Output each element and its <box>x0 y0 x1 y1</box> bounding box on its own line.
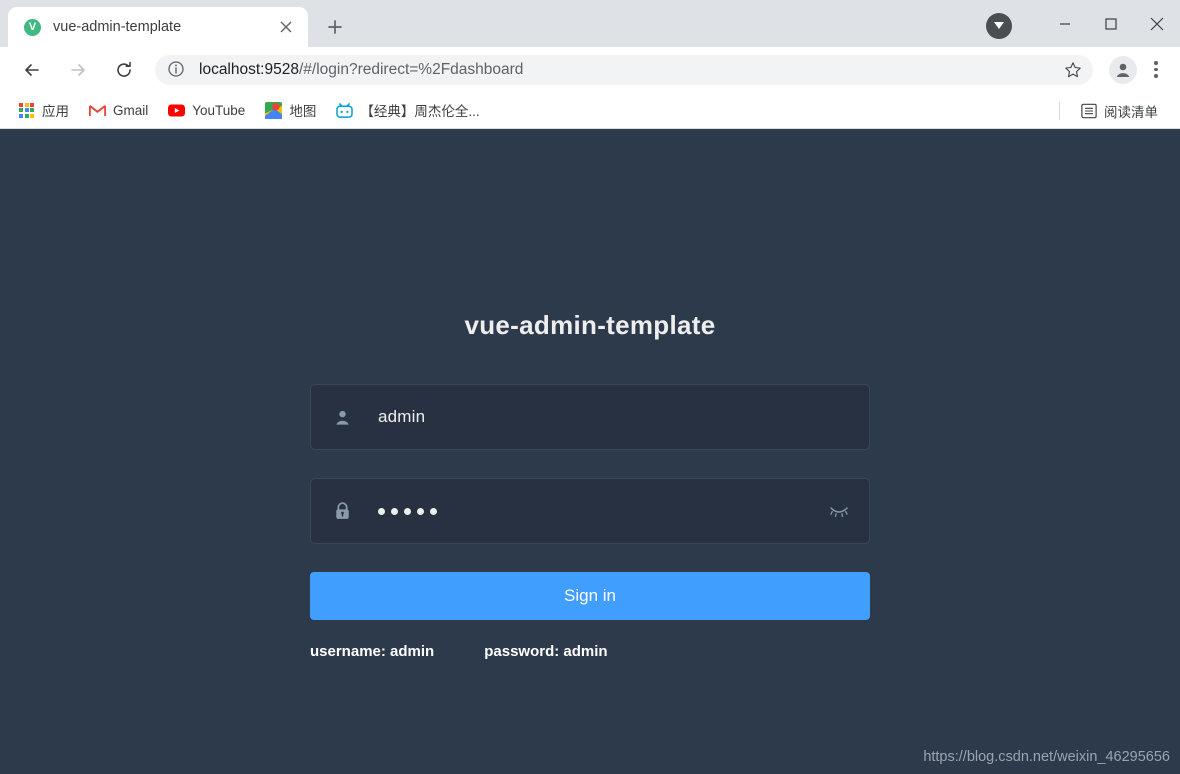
reading-list-area: 阅读清单 <box>1059 92 1170 129</box>
bookmarks-bar: 应用 Gmail YouTube 地图 【经典】周杰伦全... 阅读清单 <box>0 92 1180 129</box>
username-input-value[interactable]: admin <box>378 407 854 427</box>
bookmark-item-youtube[interactable]: YouTube <box>160 97 253 123</box>
bookmark-label: 应用 <box>42 104 69 119</box>
star-icon <box>1065 61 1081 77</box>
favicon-letter: V <box>28 20 37 33</box>
browser-menu-button[interactable] <box>1141 55 1171 85</box>
password-field[interactable] <box>310 478 870 544</box>
login-form: vue-admin-template admin Sign in usernam… <box>310 129 870 660</box>
three-dot-menu-icon <box>1154 61 1158 65</box>
forward-button[interactable] <box>61 53 95 87</box>
watermark: https://blog.csdn.net/weixin_46295656 <box>923 749 1170 765</box>
tab-search-button[interactable] <box>986 12 1012 39</box>
address-bar[interactable]: localhost:9528/#/login?redirect=%2Fdashb… <box>155 54 1093 85</box>
hint-password: password: admin <box>484 643 608 660</box>
password-dot <box>404 507 411 515</box>
window-close-icon <box>1150 17 1164 30</box>
person-avatar-icon <box>1116 63 1130 77</box>
password-dot <box>378 507 385 515</box>
eye-closed-icon <box>830 507 848 518</box>
password-input-value[interactable] <box>378 507 824 515</box>
lock-icon <box>331 502 353 520</box>
reading-list-button[interactable]: 阅读清单 <box>1072 98 1166 124</box>
divider <box>1059 101 1060 120</box>
site-info-icon[interactable] <box>167 60 187 80</box>
login-page: vue-admin-template admin Sign in usernam… <box>0 129 1180 774</box>
reload-icon <box>117 61 131 77</box>
bookmark-item-apps[interactable]: 应用 <box>10 97 77 123</box>
url-path: /#/login?redirect=%2Fdashboard <box>298 60 524 78</box>
sign-in-button[interactable]: Sign in <box>310 572 870 620</box>
password-dot <box>430 507 437 515</box>
three-dot-menu-icon <box>1154 67 1158 72</box>
password-dot <box>417 507 424 515</box>
browser-toolbar: localhost:9528/#/login?redirect=%2Fdashb… <box>0 47 1180 92</box>
bookmark-label: YouTube <box>192 102 246 118</box>
maximize-button[interactable] <box>1088 8 1134 40</box>
toggle-password-visibility-button[interactable] <box>824 504 854 518</box>
page-title: vue-admin-template <box>464 310 716 340</box>
bookmark-label: 【经典】周杰伦全... <box>360 104 480 119</box>
youtube-icon <box>168 102 186 119</box>
tab-strip: V vue-admin-template <box>0 0 1180 47</box>
three-dot-menu-icon <box>1154 74 1158 78</box>
maximize-icon <box>1105 17 1117 30</box>
credentials-hint: username: admin password: admin <box>310 643 870 660</box>
vue-favicon-icon: V <box>24 18 41 36</box>
browser-window: V vue-admin-template localhost:9528/#/lo… <box>0 0 1180 774</box>
caret-down-circle-icon <box>994 22 1004 29</box>
google-apps-grid-icon <box>18 102 35 119</box>
new-tab-button[interactable] <box>320 12 350 42</box>
bookmark-star-button[interactable] <box>1059 56 1087 84</box>
bookmark-label: Gmail <box>113 102 149 118</box>
minimize-icon <box>1060 22 1070 25</box>
tab-title: vue-admin-template <box>53 19 182 35</box>
window-close-button[interactable] <box>1134 8 1180 40</box>
hint-username: username: admin <box>310 643 435 660</box>
profile-button[interactable] <box>1109 55 1137 84</box>
minimize-button[interactable] <box>1042 8 1088 40</box>
browser-tab[interactable]: V vue-admin-template <box>8 7 308 47</box>
bookmark-item-maps[interactable]: 地图 <box>257 97 324 123</box>
forward-arrow-icon <box>71 63 85 76</box>
gmail-icon <box>89 102 106 119</box>
url-host: localhost:9528 <box>199 60 299 78</box>
user-icon <box>331 409 353 426</box>
reading-list-icon <box>1080 102 1097 119</box>
back-button[interactable] <box>15 53 49 87</box>
password-dot <box>391 507 398 515</box>
reading-list-label: 阅读清单 <box>1104 104 1158 120</box>
google-maps-icon <box>265 101 283 119</box>
bookmark-item-bilibili[interactable]: 【经典】周杰伦全... <box>328 97 487 123</box>
window-controls <box>986 0 1180 47</box>
bilibili-icon <box>336 102 354 119</box>
reload-button[interactable] <box>107 53 141 87</box>
back-arrow-icon <box>25 63 39 76</box>
tab-close-icon[interactable] <box>274 15 298 39</box>
username-field[interactable]: admin <box>310 384 870 450</box>
bookmark-label: 地图 <box>289 104 317 119</box>
bookmark-item-gmail[interactable]: Gmail <box>81 97 156 123</box>
url-text: localhost:9528/#/login?redirect=%2Fdashb… <box>199 61 1059 79</box>
plus-icon <box>328 20 342 34</box>
